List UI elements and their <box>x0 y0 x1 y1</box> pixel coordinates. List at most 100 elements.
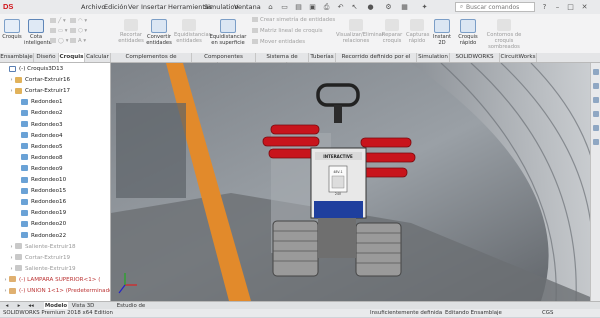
repair-sketch-button[interactable]: Reparar croquis <box>378 19 406 44</box>
quick-snaps-button[interactable]: Capturas rápido <box>406 19 429 44</box>
display-icon[interactable]: ▦ <box>400 3 409 11</box>
tree-item[interactable]: Redondeo20 <box>14 220 66 230</box>
text-tool-icon[interactable]: A ▾ <box>70 38 86 45</box>
instant-2d-button[interactable]: Instant 2D <box>430 19 454 46</box>
chevron-right-icon[interactable]: › <box>8 265 15 275</box>
chevron-right-icon[interactable]: › <box>8 87 15 97</box>
tab-sistema-tuberias[interactable]: Sistema de tuberías <box>256 53 309 69</box>
search-input[interactable]: Buscar comandos <box>455 2 535 12</box>
offset-entities-button[interactable]: Equidistanciar entidades <box>174 19 211 44</box>
chevron-right-icon[interactable]: › <box>8 254 15 264</box>
close-icon[interactable]: ✕ <box>580 3 589 11</box>
tree-item[interactable]: Redondeo2 <box>14 109 63 119</box>
tab-ensamblaje[interactable]: Ensamblaje <box>0 53 34 62</box>
tree-item[interactable]: Redondeo4 <box>14 132 63 142</box>
tab-componentes-electricos[interactable]: Componentes eléctricos <box>192 53 256 69</box>
tab-circuitworks[interactable]: CircuitWorks <box>500 53 537 62</box>
linear-pattern-item[interactable]: Matriz lineal de croquis <box>252 28 323 35</box>
rebuild-icon[interactable]: ● <box>366 3 375 11</box>
tree-item[interactable]: Redondeo19 <box>14 209 66 219</box>
line-tool-icon[interactable]: ╱ ▾ <box>50 18 66 25</box>
feature-icon <box>15 243 22 250</box>
tree-item[interactable]: › Saliente-Extruir18 <box>8 243 76 253</box>
move-entities-item[interactable]: Mover entidades <box>252 39 305 46</box>
home-icon[interactable]: ⌂ <box>266 3 275 11</box>
rectangle-tool-icon[interactable]: ▭ ▾ <box>50 28 68 35</box>
smart-dimension-button[interactable]: Cota inteligente <box>24 19 52 46</box>
rapid-sketch-button[interactable]: Croquis rápido <box>456 19 480 46</box>
pin-icon[interactable]: ✦ <box>420 3 429 11</box>
minimize-icon[interactable]: – <box>553 3 562 11</box>
tab-mbd[interactable]: SOLIDWORKS MBD <box>450 53 500 69</box>
design-library-icon[interactable] <box>593 83 599 89</box>
tree-item[interactable]: Redondeo1 <box>14 98 63 108</box>
tree-item[interactable]: Redondeo3 <box>14 121 63 131</box>
tree-item-label: Redondeo22 <box>31 232 67 239</box>
menu-insertar[interactable]: Insertar <box>141 2 166 12</box>
tree-item[interactable]: Redondeo9 <box>14 165 63 175</box>
convert-entities-button[interactable]: Convertir entidades <box>146 19 172 46</box>
tree-item[interactable]: Redondeo10 <box>14 176 66 186</box>
fillet-icon <box>21 187 28 194</box>
menu-ver[interactable]: Ver <box>128 2 139 12</box>
arc-tool-icon[interactable]: ◠ ▾ <box>70 18 87 25</box>
tree-item[interactable]: › (-) LAMPARA SUPERIOR<1> ( <box>2 276 100 286</box>
custom-properties-icon[interactable] <box>593 139 599 145</box>
tab-simulation[interactable]: Simulation <box>417 53 450 62</box>
resources-icon[interactable] <box>593 69 599 75</box>
chevron-right-icon[interactable]: › <box>2 287 9 297</box>
tab-recorrido[interactable]: Recorrido definido por el usuario <box>336 53 417 69</box>
graphics-area[interactable]: INTERACTIVE 48V-1 24V <box>111 63 600 301</box>
tab-croquis[interactable]: Croquis <box>59 53 85 62</box>
offset-on-surface-button[interactable]: Equidistanciar en superficie <box>206 19 250 46</box>
tree-item[interactable]: Redondeo8 <box>14 154 63 164</box>
fillet-icon <box>21 176 28 183</box>
tree-item[interactable]: Redondeo15 <box>14 187 66 197</box>
tree-item[interactable]: Redondeo22 <box>14 232 66 242</box>
tree-item[interactable]: (-) Croquis3D13 <box>2 65 63 75</box>
tree-item[interactable]: › Cortar-Extruir16 <box>8 76 70 86</box>
file-explorer-icon[interactable] <box>593 97 599 103</box>
appearances-icon[interactable] <box>593 125 599 131</box>
tree-item[interactable]: Redondeo5 <box>14 143 63 153</box>
save-icon[interactable]: ▣ <box>308 3 317 11</box>
trim-entities-button[interactable]: Recortar entidades <box>118 19 144 44</box>
print-icon[interactable]: ⎙ <box>322 3 331 11</box>
polygon-tool-icon[interactable]: ⬡ ▾ <box>70 28 87 35</box>
help-icon[interactable]: ? <box>540 3 549 11</box>
menu-ventana[interactable]: Ventana <box>234 2 261 12</box>
tree-item[interactable]: › (-) UNION 1<1> (Predeterminado> <box>2 287 110 297</box>
dimension-icon <box>28 19 44 33</box>
circle-tool-icon[interactable]: ◯ ▾ <box>50 38 68 45</box>
tree-item[interactable]: › Saliente-Extruir19 <box>8 265 76 275</box>
mirror-entities-item[interactable]: Crear simetría de entidades <box>252 17 335 24</box>
menu-edicion[interactable]: Edición <box>104 2 128 12</box>
menu-archivo[interactable]: Archivo <box>81 2 105 12</box>
tree-item-label: Redondeo10 <box>31 177 67 183</box>
tab-diseno[interactable]: Diseño <box>34 53 59 62</box>
instant2d-icon <box>434 19 450 33</box>
left-equipment <box>116 103 186 198</box>
shaded-contours-icon <box>497 19 511 31</box>
display-relations-button[interactable]: Visualizar/Eliminar relaciones <box>336 19 384 44</box>
tab-calcular[interactable]: Calcular <box>85 53 111 62</box>
options-icon[interactable]: ⚙ <box>384 3 393 11</box>
chevron-right-icon[interactable]: › <box>8 243 15 253</box>
view-palette-icon[interactable] <box>593 111 599 117</box>
tree-item-label: Redondeo16 <box>31 199 67 206</box>
tree-item[interactable]: › Cortar-Extruir19 <box>8 254 70 264</box>
shaded-contours-button[interactable]: Contornos de croquis sombreados <box>482 19 526 50</box>
select-icon[interactable]: ↖ <box>350 3 359 11</box>
tree-item[interactable]: Redondeo16 <box>14 198 66 208</box>
chevron-right-icon[interactable]: › <box>2 276 9 286</box>
status-units[interactable]: CGS <box>542 309 553 317</box>
chevron-right-icon[interactable]: › <box>8 76 15 86</box>
maximize-icon[interactable]: □ <box>566 3 575 11</box>
tab-complementos[interactable]: Complementos de SOLIDWORKS <box>111 53 192 69</box>
sketch-button[interactable]: Croquis <box>2 19 22 40</box>
open-file-icon[interactable]: ▤ <box>294 3 303 11</box>
tree-item[interactable]: › Cortar-Extruir17 <box>8 87 70 97</box>
tab-tuberias[interactable]: Tuberías <box>309 53 336 62</box>
undo-icon[interactable]: ↶ <box>336 3 345 11</box>
new-file-icon[interactable]: ▭ <box>280 3 289 11</box>
